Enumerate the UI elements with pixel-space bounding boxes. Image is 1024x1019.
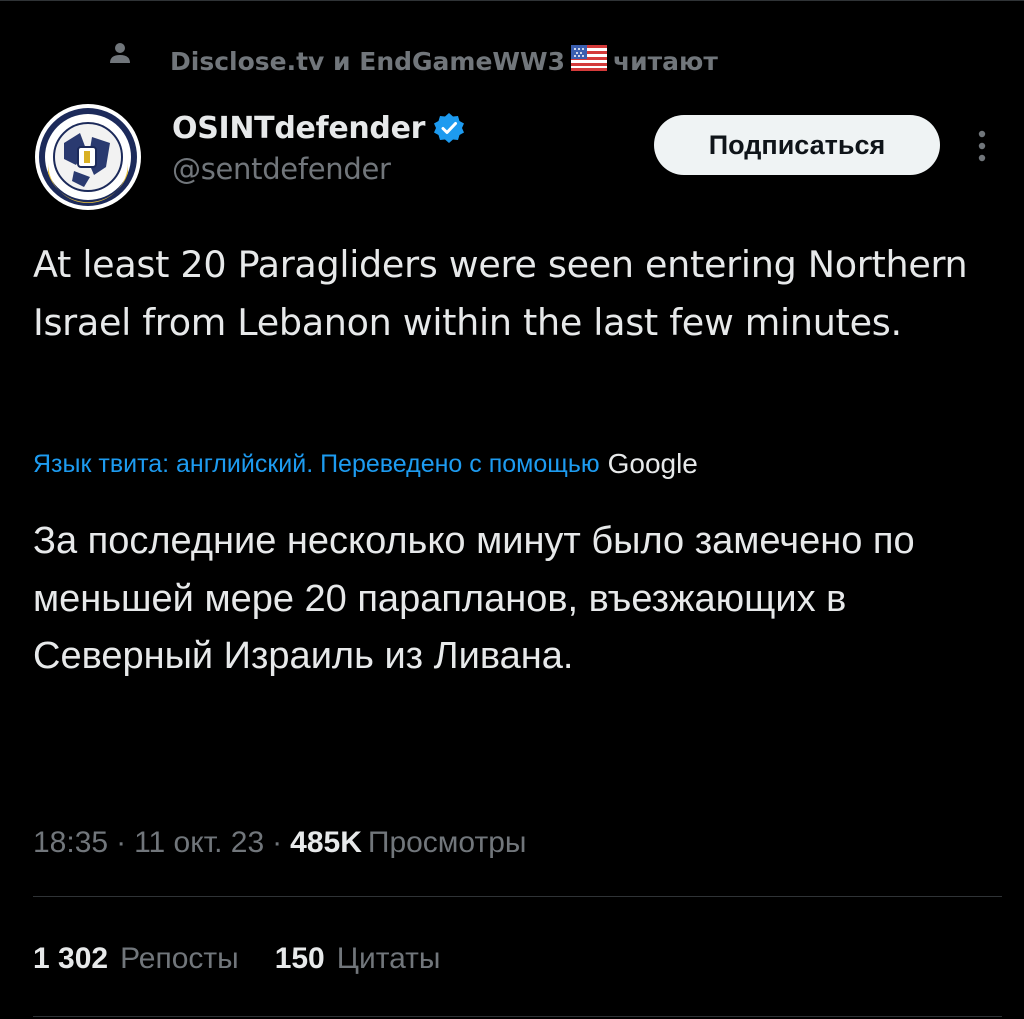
display-name-row[interactable]: OSINTdefender xyxy=(172,104,465,152)
translated-text: За последние несколько минут было замече… xyxy=(33,520,915,677)
verified-badge-icon[interactable] xyxy=(433,112,465,144)
us-flag-icon xyxy=(570,45,607,77)
author-handle[interactable]: @sentdefender xyxy=(172,152,465,186)
views-count[interactable]: 485K xyxy=(290,826,362,860)
reposts-label: Репосты xyxy=(120,942,239,975)
reposts-count: 1 302 xyxy=(33,942,109,975)
tweet-meta: 18:35 · 11 окт. 23 · 485K Просмотры xyxy=(33,818,526,868)
quotes-label: Цитаты xyxy=(336,942,441,975)
osint-defender-avatar[interactable] xyxy=(34,103,142,211)
translation-note[interactable]: Язык твита: английский. Переведено с пом… xyxy=(33,442,698,486)
tweet-text: At least 20 Paragliders were seen enteri… xyxy=(33,243,968,344)
divider xyxy=(33,1016,1002,1017)
meta-separator: · xyxy=(116,826,127,859)
meta-separator: · xyxy=(272,826,283,859)
quotes-stat[interactable]: 150 Цитаты xyxy=(275,942,441,976)
tweet-time[interactable]: 18:35 xyxy=(33,826,108,860)
social-context-suffix: читают xyxy=(612,46,718,76)
translation-note-text[interactable]: Язык твита: английский. Переведено с пом… xyxy=(33,450,600,479)
social-context[interactable]: Disclose.tv и EndGameWW3 читают xyxy=(100,36,718,86)
quotes-count: 150 xyxy=(274,942,325,975)
reposts-stat[interactable]: 1 302 Репосты xyxy=(33,942,239,976)
author-block[interactable]: OSINTdefender @sentdefender xyxy=(172,104,465,186)
google-logo: Google xyxy=(607,448,698,479)
top-divider xyxy=(0,0,1024,1)
engagement-stats: 1 302 Репосты 150 Цитаты xyxy=(33,934,476,984)
views-label[interactable]: Просмотры xyxy=(368,826,527,860)
divider xyxy=(33,896,1002,897)
followers-text[interactable]: Disclose.tv и EndGameWW3 xyxy=(170,47,565,76)
follow-button[interactable]: Подписаться xyxy=(654,115,940,175)
person-icon xyxy=(100,41,140,81)
tweet-date[interactable]: 11 окт. 23 xyxy=(134,826,264,860)
more-vertical-icon[interactable] xyxy=(966,124,998,168)
display-name[interactable]: OSINTdefender xyxy=(172,111,425,146)
